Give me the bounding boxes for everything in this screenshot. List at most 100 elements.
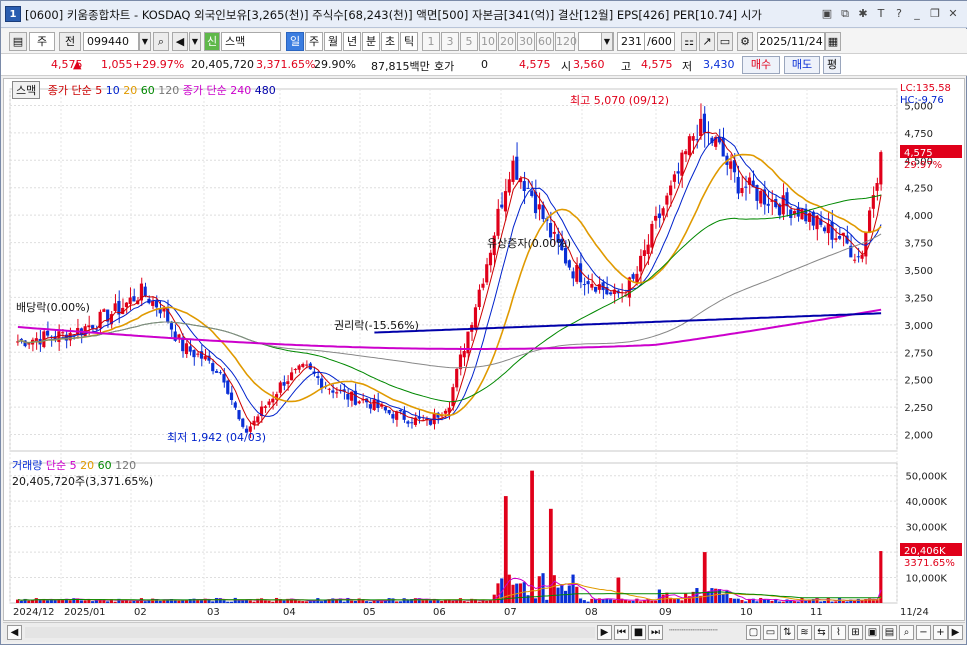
tool-icon-5[interactable]: ⇆ bbox=[814, 625, 829, 640]
star-icon[interactable]: ✱ bbox=[856, 6, 870, 21]
candle bbox=[500, 204, 504, 208]
volume-bar bbox=[226, 601, 230, 603]
volume-tag: 20,406K bbox=[904, 546, 946, 557]
volume-bar bbox=[380, 601, 384, 603]
scroll-right-icon[interactable]: ▶ bbox=[597, 625, 612, 640]
gear-icon[interactable]: ⚙ bbox=[737, 32, 753, 51]
zoom-out-icon[interactable]: − bbox=[916, 625, 931, 640]
stock-name-field[interactable]: 스맥 bbox=[221, 32, 281, 51]
sell-button[interactable]: 매도 bbox=[784, 56, 820, 74]
restore-icon[interactable]: ❐ bbox=[928, 6, 942, 21]
window-icon[interactable]: ▣ bbox=[820, 6, 834, 21]
prev-button[interactable]: 전 bbox=[59, 32, 81, 51]
unit-chevron-icon[interactable]: ▼ bbox=[601, 32, 613, 51]
candle bbox=[511, 160, 515, 182]
minute-120[interactable]: 120 bbox=[555, 32, 577, 51]
float-icon[interactable]: ⧉ bbox=[838, 6, 852, 21]
candle bbox=[229, 392, 234, 400]
ma120-label: 120 bbox=[158, 84, 180, 97]
candle bbox=[852, 259, 857, 261]
open-label: 시 bbox=[561, 60, 572, 73]
tool-icon-8[interactable]: ▣ bbox=[865, 625, 880, 640]
chevron-down-icon[interactable]: ▼ bbox=[139, 32, 151, 51]
candle bbox=[455, 368, 459, 388]
tool-icon-9[interactable]: ▤ bbox=[882, 625, 897, 640]
minute-1[interactable]: 1 bbox=[422, 32, 440, 51]
close-icon[interactable]: ✕ bbox=[946, 6, 960, 21]
evaluate-button[interactable]: 평 bbox=[823, 56, 841, 74]
candle bbox=[496, 208, 500, 236]
minute-20[interactable]: 20 bbox=[498, 32, 516, 51]
period-week[interactable]: 주 bbox=[305, 32, 323, 51]
date-input[interactable]: 2025/11/24 bbox=[757, 32, 825, 51]
period-minute[interactable]: 분 bbox=[362, 32, 380, 51]
paid-in-annotation: 유상증자(0.00%) bbox=[487, 237, 571, 250]
jump-start-icon[interactable]: ⏮ bbox=[614, 625, 629, 640]
price-volume-chart[interactable]: 5,0004,7504,5004,2504,0003,7503,5003,250… bbox=[4, 79, 964, 620]
help-icon[interactable]: ? bbox=[892, 6, 906, 21]
draw-icon[interactable]: ↗ bbox=[699, 32, 715, 51]
tool-icon-6[interactable]: ⌇ bbox=[831, 625, 846, 640]
volume-pct-tag: 3371.65% bbox=[904, 558, 955, 569]
search-icon[interactable]: ⌕ bbox=[153, 32, 169, 51]
market-select[interactable]: 주 bbox=[29, 32, 55, 51]
panel-icon[interactable]: ▤ bbox=[9, 32, 27, 51]
volume-bar bbox=[586, 601, 590, 603]
tool-icon-1[interactable]: ▢ bbox=[746, 625, 761, 640]
period-tick[interactable]: 틱 bbox=[400, 32, 418, 51]
chart-scrollbar[interactable]: ◀ ▶ ⏮ ■ ⏭ ┄┄┄┄┄┄┄┄┄ ▢ ▭ ⇅ ≋ ⇆ ⌇ ⊞ ▣ ▤ ⌕ … bbox=[3, 622, 965, 642]
volume-bar bbox=[612, 599, 616, 603]
buy-button[interactable]: 매수 bbox=[742, 56, 780, 74]
stop-icon[interactable]: ■ bbox=[631, 625, 646, 640]
period-day[interactable]: 일 bbox=[286, 32, 304, 51]
candle bbox=[522, 181, 526, 191]
indicator-icon[interactable]: ⚏ bbox=[681, 32, 697, 51]
sound-icon[interactable]: ◀ bbox=[172, 32, 188, 51]
period-month[interactable]: 월 bbox=[324, 32, 342, 51]
scroll-left-icon[interactable]: ◀ bbox=[7, 625, 22, 640]
minimize-icon[interactable]: _ bbox=[910, 6, 924, 21]
text-icon[interactable]: T bbox=[874, 6, 888, 21]
scroll-end-icon[interactable]: ▶ bbox=[948, 625, 963, 640]
jump-end-icon[interactable]: ⏭ bbox=[648, 625, 663, 640]
save-icon[interactable]: ▭ bbox=[717, 32, 733, 51]
candle bbox=[297, 365, 301, 370]
zoom-in-icon[interactable]: + bbox=[933, 625, 948, 640]
minute-60[interactable]: 60 bbox=[536, 32, 554, 51]
chart-area[interactable]: 5,000 4,750 4,500 4,250 4,000 3,750 3,500 3,250… bbox=[3, 78, 965, 621]
candle bbox=[372, 399, 376, 411]
zoom-slider-icon[interactable]: ┄┄┄┄┄┄┄┄┄ bbox=[669, 626, 739, 639]
code-input[interactable]: 099440 bbox=[83, 32, 139, 51]
tool-icon-3[interactable]: ⇅ bbox=[780, 625, 795, 640]
price-tick-label: 3,750 bbox=[904, 239, 933, 250]
tool-icon-2[interactable]: ▭ bbox=[763, 625, 778, 640]
minute-3[interactable]: 3 bbox=[441, 32, 459, 51]
minute-30[interactable]: 30 bbox=[517, 32, 535, 51]
tool-icon-4[interactable]: ≋ bbox=[797, 625, 812, 640]
count-input[interactable]: 231 bbox=[617, 32, 645, 51]
stock-legend[interactable]: 스맥 bbox=[12, 81, 41, 99]
volume-bar bbox=[695, 588, 699, 603]
candle bbox=[27, 343, 31, 345]
sound-menu-icon[interactable]: ▼ bbox=[189, 32, 201, 51]
minute-10[interactable]: 10 bbox=[479, 32, 497, 51]
calendar-icon[interactable]: ▦ bbox=[825, 32, 841, 51]
candle bbox=[184, 343, 189, 355]
tool-icon-7[interactable]: ⊞ bbox=[848, 625, 863, 640]
volume-bar bbox=[477, 601, 481, 603]
candle bbox=[387, 409, 391, 414]
volume-bar bbox=[68, 600, 72, 603]
period-second[interactable]: 초 bbox=[381, 32, 399, 51]
app-icon[interactable]: 1 bbox=[5, 6, 21, 22]
zoom-search-icon[interactable]: ⌕ bbox=[899, 625, 914, 640]
candle bbox=[639, 255, 643, 272]
volume-bar bbox=[451, 600, 455, 603]
candle bbox=[226, 380, 230, 394]
volume-spike bbox=[548, 508, 553, 603]
new-button[interactable]: 신 bbox=[204, 32, 220, 51]
period-year[interactable]: 년 bbox=[343, 32, 361, 51]
minute-5[interactable]: 5 bbox=[460, 32, 478, 51]
candle bbox=[214, 371, 219, 373]
scroll-track[interactable] bbox=[25, 627, 595, 638]
volume-bar bbox=[672, 599, 676, 603]
